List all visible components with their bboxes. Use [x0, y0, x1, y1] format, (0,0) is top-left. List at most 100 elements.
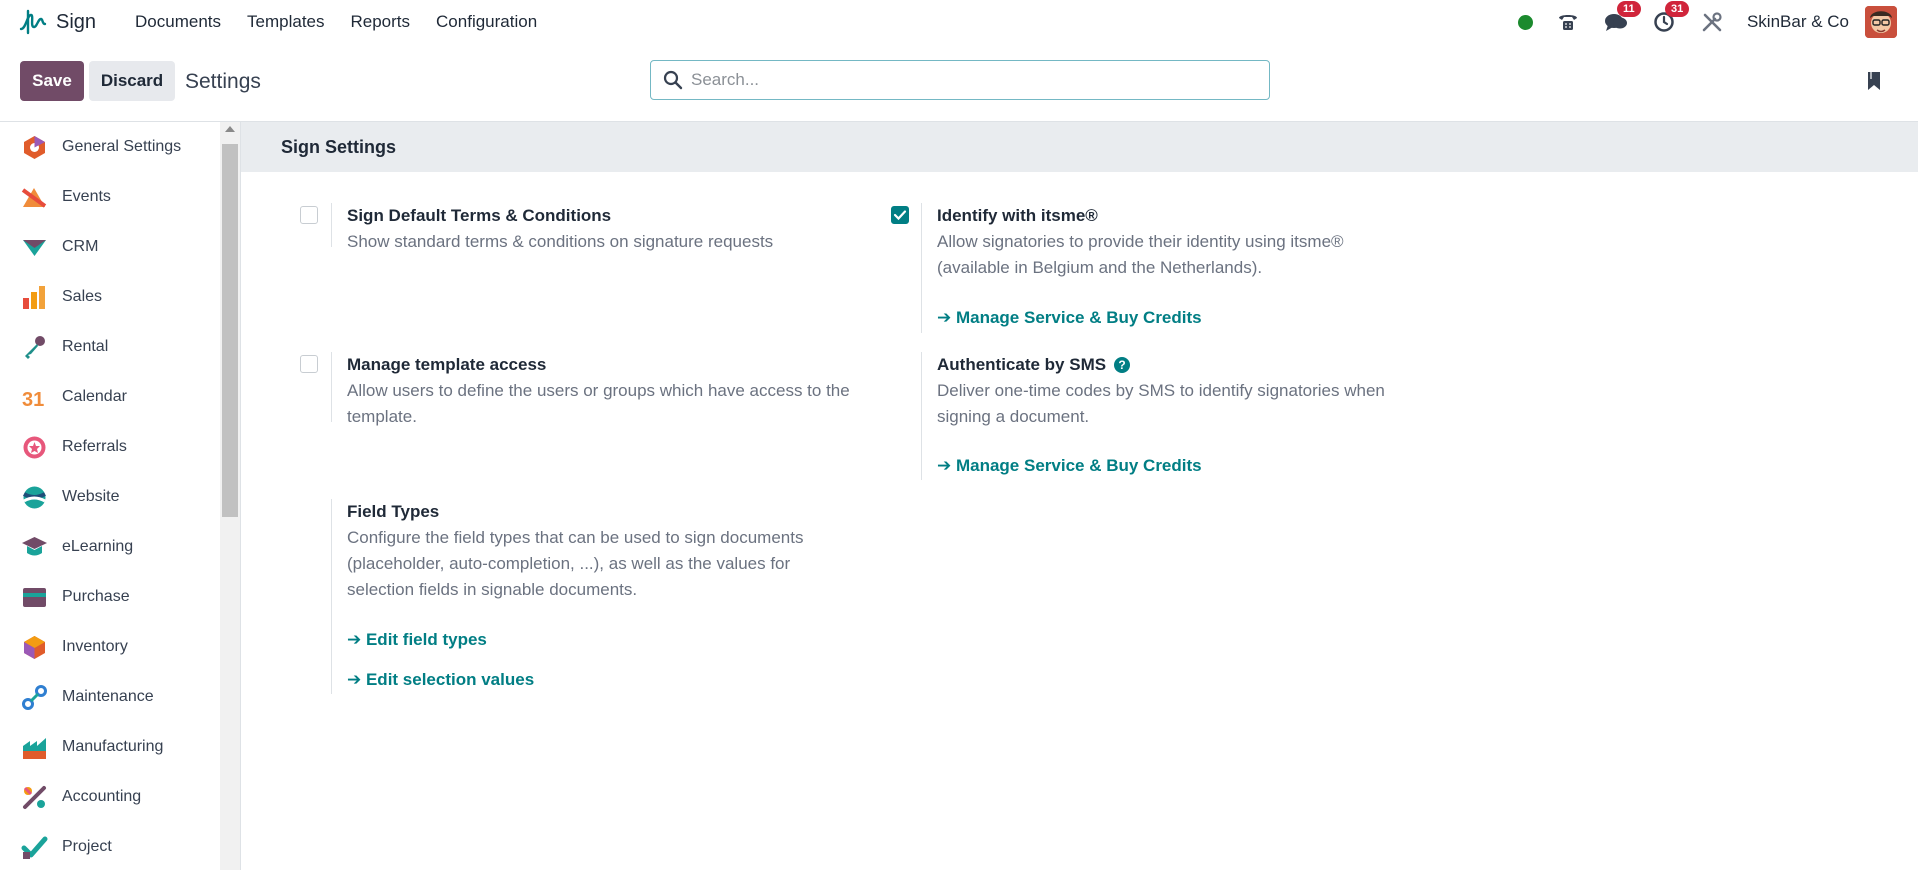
arrow-right-icon: ➔ [937, 456, 956, 475]
itsme-checkbox[interactable] [891, 206, 909, 224]
sidebar-item-calendar[interactable]: 31 Calendar [0, 372, 220, 422]
search-bar [650, 60, 1270, 100]
sidebar-item-label: Calendar [62, 388, 127, 405]
setting-divider [331, 352, 332, 422]
sidebar-item-general-settings[interactable]: General Settings [0, 122, 220, 172]
purchase-icon [23, 587, 46, 607]
sms-title: Authenticate by SMS? [937, 355, 1131, 375]
sidebar-item-label: Accounting [62, 788, 142, 805]
tools-icon[interactable] [1699, 9, 1725, 35]
sidebar-item-label: Maintenance [62, 688, 154, 705]
svg-text:31: 31 [22, 389, 44, 411]
sidebar-item-project[interactable]: Project [0, 822, 220, 870]
sidebar-item-label: Rental [62, 338, 109, 355]
sidebar-item-purchase[interactable]: Purchase [0, 572, 220, 622]
activities-clock-icon[interactable]: 31 [1651, 1, 1690, 35]
template-access-checkbox[interactable] [300, 355, 318, 373]
page-title: Settings [185, 70, 261, 93]
discard-button[interactable]: Discard [89, 61, 175, 101]
user-avatar[interactable] [1865, 6, 1897, 38]
edit-selection-values-link[interactable]: ➔ Edit selection values [347, 670, 534, 690]
sidebar-item-manufacturing[interactable]: Manufacturing [0, 722, 220, 772]
phone-icon[interactable] [1555, 9, 1581, 35]
setting-divider [921, 352, 922, 480]
arrow-right-icon: ➔ [347, 630, 366, 649]
help-question-icon[interactable]: ? [1114, 357, 1131, 373]
settings-sidebar: General Settings Events CRM Sales Rental 31 Ca… [0, 122, 241, 870]
sidebar-item-label: eLearning [62, 538, 134, 555]
sidebar-item-inventory[interactable]: Inventory [0, 622, 220, 672]
sidebar-item-label: General Settings [62, 138, 182, 155]
sidebar-item-events[interactable]: Events [0, 172, 220, 222]
rental-icon [25, 335, 45, 359]
itsme-description: Allow signatories to provide their ident… [937, 232, 1344, 277]
menu-documents[interactable]: Documents [122, 12, 234, 32]
maintenance-icon [22, 684, 47, 710]
edit-field-types-link[interactable]: ➔ Edit field types [347, 630, 487, 650]
terms-title: Sign Default Terms & Conditions [347, 206, 612, 225]
save-button[interactable]: Save [20, 61, 84, 101]
template-access-title: Manage template access [347, 355, 547, 374]
website-icon [22, 486, 46, 508]
navbar-systray: 11 31 SkinBar & Co [1517, 0, 1918, 44]
arrow-right-icon: ➔ [347, 670, 366, 689]
online-status-icon[interactable] [1517, 14, 1533, 30]
crm-icon [23, 239, 46, 256]
manufacturing-icon [23, 737, 46, 759]
control-panel: Save Discard Settings [0, 44, 1918, 122]
itsme-manage-link[interactable]: ➔ Manage Service & Buy Credits [937, 308, 1202, 328]
accounting-icon [23, 785, 46, 809]
setting-divider [331, 499, 332, 694]
field-types-description: Configure the field types that can be us… [347, 528, 804, 599]
settings-main: Sign Settings Sign Default Terms & Condi… [241, 122, 1918, 870]
app-name: Sign [56, 10, 97, 33]
sidebar-item-label: Manufacturing [62, 738, 164, 755]
events-icon [21, 187, 47, 208]
itsme-manage-label: Manage Service & Buy Credits [955, 308, 1202, 327]
sidebar-item-label: Website [62, 488, 120, 505]
sidebar-item-label: Purchase [62, 588, 130, 605]
sidebar-item-accounting[interactable]: Accounting [0, 772, 220, 822]
itsme-title: Identify with itsme® [937, 206, 1098, 225]
messages-icon[interactable]: 11 [1603, 1, 1641, 35]
sidebar-item-crm[interactable]: CRM [0, 222, 220, 272]
sms-manage-link[interactable]: ➔ Manage Service & Buy Credits [937, 456, 1202, 476]
section-title: Sign Settings [241, 122, 1918, 172]
sidebar-item-sales[interactable]: Sales [0, 272, 220, 322]
setting-divider [331, 203, 332, 247]
sidebar-item-maintenance[interactable]: Maintenance [0, 672, 220, 722]
general-settings-icon [24, 135, 45, 159]
sidebar-scrollbar[interactable] [220, 122, 240, 870]
main-menu: Documents Templates Reports Configuratio… [122, 12, 550, 32]
search-icon [663, 70, 683, 90]
sidebar-item-rental[interactable]: Rental [0, 322, 220, 372]
terms-description: Show standard terms & conditions on sign… [347, 232, 774, 251]
sidebar-item-label: Events [62, 188, 111, 205]
sms-description: Deliver one-time codes by SMS to identif… [937, 381, 1385, 426]
menu-templates[interactable]: Templates [234, 12, 337, 32]
scroll-up-arrow-icon[interactable] [225, 126, 235, 132]
terms-checkbox[interactable] [300, 206, 318, 224]
bookmark-icon[interactable] [1866, 71, 1882, 91]
setting-divider [921, 203, 922, 333]
sidebar-item-referrals[interactable]: Referrals [0, 422, 220, 472]
top-navbar: Sign Documents Templates Reports Configu… [0, 0, 1918, 44]
field-types-title: Field Types [347, 502, 440, 521]
sidebar-item-elearning[interactable]: eLearning [0, 522, 220, 572]
sidebar-item-website[interactable]: Website [0, 472, 220, 522]
inventory-icon [24, 635, 45, 659]
company-switcher[interactable]: SkinBar & Co [1747, 12, 1849, 32]
calendar-icon: 31 [22, 389, 44, 411]
menu-reports[interactable]: Reports [338, 12, 424, 32]
activities-badge: 31 [1664, 1, 1690, 17]
elearning-icon [22, 536, 47, 555]
brand[interactable]: Sign [18, 7, 122, 37]
menu-configuration[interactable]: Configuration [423, 12, 550, 32]
referrals-icon [23, 436, 46, 458]
template-access-description: Allow users to define the users or group… [347, 381, 850, 426]
search-input[interactable] [691, 70, 1251, 90]
sidebar-item-label: Inventory [62, 638, 128, 655]
scrollbar-thumb[interactable] [222, 144, 238, 517]
sidebar-item-label: Referrals [62, 438, 127, 455]
sidebar-item-label: Sales [62, 288, 103, 305]
